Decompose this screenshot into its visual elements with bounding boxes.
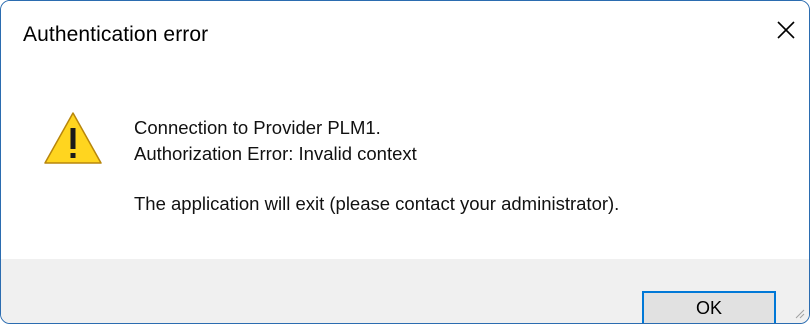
resize-grip-icon[interactable] xyxy=(793,307,805,319)
button-bar: OK xyxy=(1,259,809,323)
message-line-1: Connection to Provider PLM1. xyxy=(134,117,381,138)
message-line-2: Authorization Error: Invalid context xyxy=(134,143,417,164)
message-line-3: The application will exit (please contac… xyxy=(134,193,620,214)
dialog-title: Authentication error xyxy=(23,23,209,46)
title-bar[interactable]: Authentication error xyxy=(1,1,809,59)
close-button[interactable] xyxy=(769,13,803,47)
message-text: Connection to Provider PLM1. Authorizati… xyxy=(134,115,619,217)
ok-button[interactable]: OK xyxy=(642,291,776,323)
error-dialog: Authentication error Connection to Provi… xyxy=(0,0,810,324)
warning-icon xyxy=(44,112,102,164)
message-spacer xyxy=(134,167,619,191)
close-icon xyxy=(777,21,795,39)
dialog-body: Connection to Provider PLM1. Authorizati… xyxy=(1,59,809,259)
